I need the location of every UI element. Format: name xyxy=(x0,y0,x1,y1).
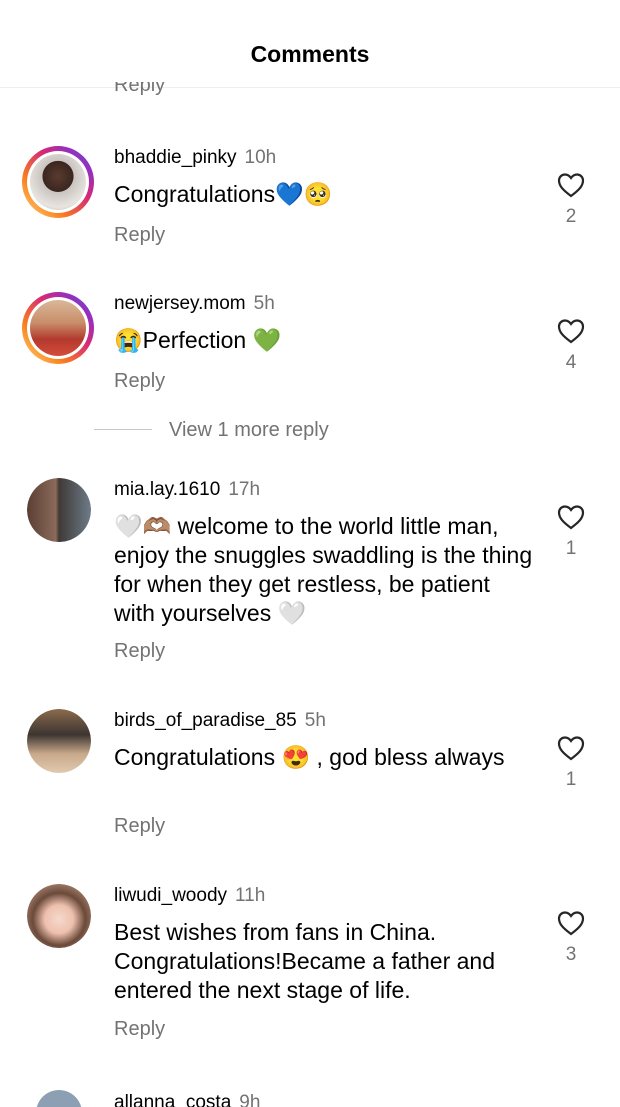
avatar xyxy=(27,884,91,948)
comment-time: 11h xyxy=(235,885,266,906)
comment-username[interactable]: liwudi_woody xyxy=(114,885,227,906)
comment-text: 😭Perfection 💚 xyxy=(114,327,282,353)
comment-time: 9h xyxy=(239,1092,261,1107)
comment-time: 5h xyxy=(253,293,275,314)
like-button[interactable]: 3 xyxy=(553,910,589,966)
avatar-wrapper[interactable] xyxy=(27,709,91,773)
reply-button[interactable]: Reply xyxy=(114,639,165,663)
reply-button[interactable]: Reply xyxy=(114,369,165,393)
avatar xyxy=(27,297,89,359)
like-count: 4 xyxy=(565,352,577,373)
avatar-story-ring[interactable] xyxy=(22,292,94,364)
reply-button[interactable]: Reply xyxy=(114,1017,165,1041)
like-count: 1 xyxy=(565,538,577,559)
like-button[interactable]: 4 xyxy=(553,318,589,374)
comment-time: 5h xyxy=(304,710,326,731)
avatar xyxy=(27,478,91,542)
heart-icon xyxy=(557,319,585,344)
avatar-wrapper[interactable] xyxy=(27,478,91,542)
partial-reply-button[interactable]: Reply xyxy=(114,82,165,96)
avatar-wrapper[interactable] xyxy=(27,884,91,948)
comment-username[interactable]: birds_of_paradise_85 xyxy=(114,710,297,731)
comments-header: Comments xyxy=(0,0,620,88)
page-title: Comments xyxy=(250,41,370,67)
header-divider xyxy=(0,87,620,88)
heart-icon xyxy=(557,173,585,198)
heart-icon xyxy=(557,911,585,936)
like-count: 2 xyxy=(565,206,577,227)
avatar-story-ring[interactable] xyxy=(22,146,94,218)
comment-username[interactable]: mia.lay.1610 xyxy=(114,479,220,500)
like-button[interactable]: 2 xyxy=(553,172,589,228)
heart-icon xyxy=(557,736,585,761)
heart-icon xyxy=(557,505,585,530)
comment-text: 🤍🫶🏽 welcome to the world little man, enj… xyxy=(114,513,533,626)
like-count: 3 xyxy=(565,944,577,965)
like-button[interactable]: 1 xyxy=(553,735,589,791)
comment-item-partial: allanna_costa 9h xyxy=(0,1086,620,1107)
comment-text: Congratulations 😍 , god bless always xyxy=(114,744,505,770)
reply-button[interactable]: Reply xyxy=(114,223,165,247)
comment-time: 17h xyxy=(228,479,261,500)
comment-username[interactable]: bhaddie_pinky xyxy=(114,147,237,168)
like-button[interactable]: 1 xyxy=(553,504,589,560)
reply-button[interactable]: Reply xyxy=(114,814,165,838)
comment-text: Congratulations💙🥺 xyxy=(114,181,333,207)
comment-username[interactable]: allanna_costa xyxy=(114,1092,231,1107)
comment-username[interactable]: newjersey.mom xyxy=(114,293,246,314)
view-more-replies-label: View 1 more reply xyxy=(169,419,329,441)
comment-text: Best wishes from fans in China. Congratu… xyxy=(114,919,496,1003)
avatar xyxy=(27,709,91,773)
avatar xyxy=(27,151,89,213)
like-count: 1 xyxy=(565,769,577,790)
thread-line xyxy=(94,429,152,430)
comment-time: 10h xyxy=(244,147,277,168)
avatar[interactable] xyxy=(36,1090,82,1107)
